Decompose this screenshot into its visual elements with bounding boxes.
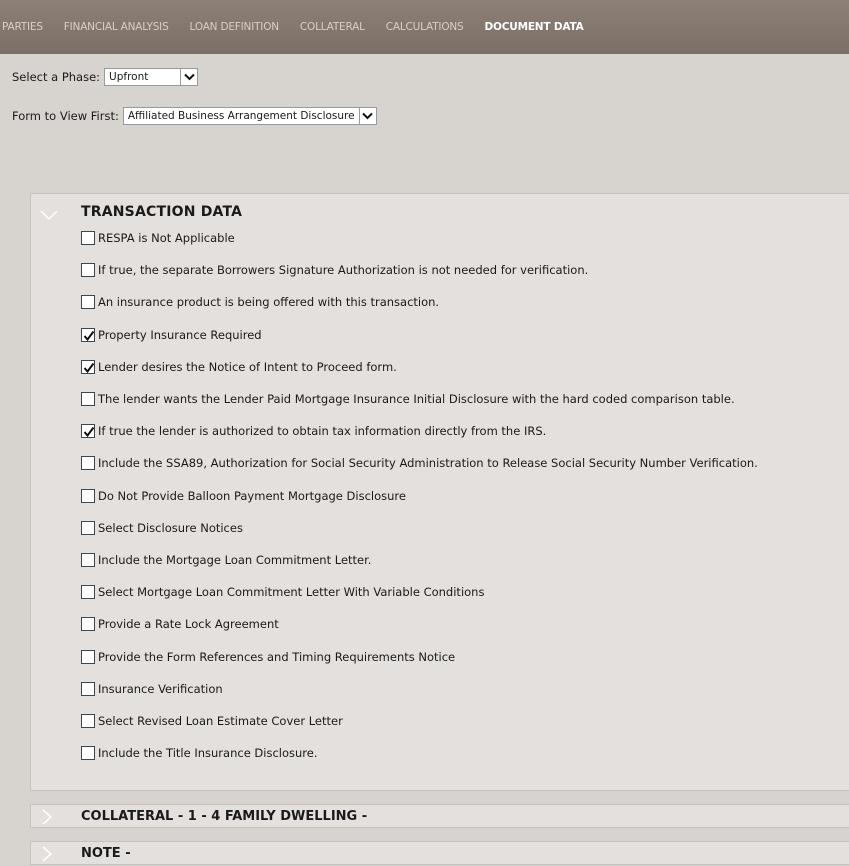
checkbox-row[interactable]: Property Insurance Required: [81, 327, 262, 342]
checkbox-row[interactable]: Insurance Verification: [81, 681, 223, 696]
phase-row: Select a Phase: Upfront: [12, 68, 199, 86]
checkbox-label: Insurance Verification: [98, 681, 223, 696]
checkbox-row[interactable]: If true the lender is authorized to obta…: [81, 424, 547, 439]
checkbox-label: The lender wants the Lender Paid Mortgag…: [98, 392, 735, 406]
phase-label: Select a Phase:: [12, 70, 101, 84]
form-first-select[interactable]: Affiliated Business Arrangement Disclosu…: [122, 107, 377, 125]
tab-calculations[interactable]: CALCULATIONS: [386, 21, 464, 33]
checkbox-row[interactable]: Select Revised Loan Estimate Cover Lette…: [81, 714, 343, 728]
checkbox[interactable]: [81, 295, 95, 310]
checkbox-row[interactable]: Select Mortgage Loan Commitment Letter W…: [81, 585, 485, 600]
tab-parties[interactable]: PARTIES: [2, 21, 43, 33]
checkbox[interactable]: [81, 553, 95, 567]
collateral-section-title: COLLATERAL - 1 - 4 FAMILY DWELLING -: [81, 809, 368, 824]
chevron-down-icon[interactable]: [40, 206, 58, 222]
checkbox-label: Select Disclosure Notices: [98, 520, 243, 535]
chevron-right-icon[interactable]: [41, 809, 57, 825]
chevron-down-icon[interactable]: [358, 108, 376, 124]
checkbox-row[interactable]: Lender desires the Notice of Intent to P…: [81, 359, 397, 374]
collateral-section-header[interactable]: COLLATERAL - 1 - 4 FAMILY DWELLING -: [30, 804, 849, 828]
checkbox-label: Provide a Rate Lock Agreement: [98, 617, 279, 632]
tab-collateral[interactable]: COLLATERAL: [300, 21, 365, 33]
checkbox[interactable]: [81, 456, 95, 471]
top-nav: PARTIES FINANCIAL ANALYSIS LOAN DEFINITI…: [0, 0, 849, 54]
checkbox-row[interactable]: Select Disclosure Notices: [81, 520, 243, 535]
checkbox-row[interactable]: Provide a Rate Lock Agreement: [81, 617, 279, 632]
checkbox-label: An insurance product is being offered wi…: [98, 295, 440, 310]
tab-financial-analysis[interactable]: FINANCIAL ANALYSIS: [64, 21, 169, 33]
checkmark-icon: [83, 330, 95, 341]
checkbox-label: Include the Title Insurance Disclosure.: [98, 746, 318, 761]
form-first-row: Form to View First: Affiliated Business …: [12, 107, 377, 125]
form-first-label: Form to View First:: [12, 109, 119, 123]
chevron-down-icon[interactable]: [180, 69, 198, 85]
checkmark-icon: [83, 362, 95, 373]
checkbox[interactable]: [81, 392, 95, 406]
checkbox-checked[interactable]: [81, 424, 95, 439]
checkbox-label: RESPA is Not Applicable: [98, 231, 235, 245]
checkbox[interactable]: [81, 231, 95, 245]
checkbox-label: Select Revised Loan Estimate Cover Lette…: [98, 714, 343, 728]
form-first-select-value: Affiliated Business Arrangement Disclosu…: [127, 110, 355, 122]
checkbox-label: Include the Mortgage Loan Commitment Let…: [98, 553, 372, 567]
checkbox-row[interactable]: RESPA is Not Applicable: [81, 231, 235, 245]
checkbox-row[interactable]: Include the Mortgage Loan Commitment Let…: [81, 553, 371, 567]
note-section-title: NOTE -: [81, 846, 131, 861]
tab-loan-definition[interactable]: LOAN DEFINITION: [190, 21, 280, 33]
checkbox[interactable]: [81, 520, 95, 535]
checkbox[interactable]: [81, 681, 95, 696]
checkbox-checked[interactable]: [81, 327, 95, 342]
checkbox-label: Include the SSA89, Authorization for Soc…: [98, 456, 758, 471]
checkbox-row[interactable]: Do Not Provide Balloon Payment Mortgage …: [81, 488, 406, 503]
chevron-right-icon[interactable]: [41, 846, 57, 862]
checkbox-row[interactable]: An insurance product is being offered wi…: [81, 295, 440, 310]
checkmark-icon: [83, 427, 95, 438]
checkbox-row[interactable]: Include the SSA89, Authorization for Soc…: [81, 456, 758, 471]
checkbox-label: If true the lender is authorized to obta…: [98, 424, 547, 439]
note-section-header[interactable]: NOTE -: [30, 841, 849, 865]
checkbox[interactable]: [81, 746, 95, 761]
checkbox[interactable]: [81, 649, 95, 664]
checkbox-label: Property Insurance Required: [98, 327, 262, 342]
checkbox-label: Lender desires the Notice of Intent to P…: [98, 359, 397, 374]
checkbox[interactable]: [81, 488, 95, 503]
checkbox[interactable]: [81, 585, 95, 600]
checkbox-label: Provide the Form References and Timing R…: [98, 649, 456, 664]
checkbox-label: Do Not Provide Balloon Payment Mortgage …: [98, 488, 406, 503]
checkbox-row[interactable]: Include the Title Insurance Disclosure.: [81, 746, 318, 761]
checkbox-row[interactable]: Provide the Form References and Timing R…: [81, 649, 456, 664]
checkbox[interactable]: [81, 714, 95, 728]
checkbox-checked[interactable]: [81, 359, 95, 374]
transaction-data-title: TRANSACTION DATA: [81, 204, 243, 220]
tab-document-data[interactable]: DOCUMENT DATA: [485, 21, 584, 33]
checkbox-row[interactable]: If true, the separate Borrowers Signatur…: [81, 263, 589, 278]
transaction-data-header[interactable]: TRANSACTION DATA: [31, 194, 849, 230]
phase-select[interactable]: Upfront: [104, 68, 199, 86]
checkbox[interactable]: [81, 617, 95, 632]
phase-select-value: Upfront: [109, 71, 149, 83]
checkbox-label: Select Mortgage Loan Commitment Letter W…: [98, 585, 485, 600]
checkbox-label: If true, the separate Borrowers Signatur…: [98, 263, 589, 278]
transaction-data-panel: TRANSACTION DATA RESPA is Not Applicable…: [30, 193, 849, 791]
checkbox-row[interactable]: The lender wants the Lender Paid Mortgag…: [81, 392, 735, 406]
checkbox[interactable]: [81, 263, 95, 278]
